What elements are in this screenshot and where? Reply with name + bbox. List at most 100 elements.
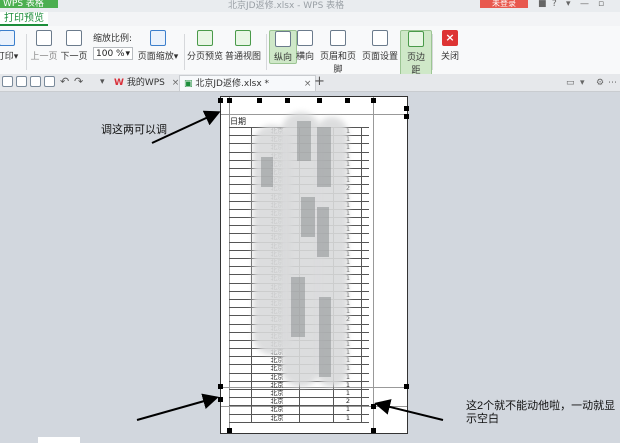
margin-handle[interactable] bbox=[404, 106, 409, 111]
margin-handle[interactable] bbox=[227, 98, 232, 103]
landscape-button[interactable]: 横向 bbox=[294, 30, 316, 62]
login-button[interactable]: 未登录 bbox=[480, 0, 528, 8]
window-mode-icon[interactable]: ▭ bbox=[566, 75, 575, 91]
cell-border bbox=[361, 267, 362, 275]
cell-border bbox=[333, 390, 334, 398]
annotation-top: 调这两可以调 bbox=[101, 124, 167, 136]
help-icon[interactable]: ? bbox=[552, 0, 557, 9]
cell-border bbox=[251, 218, 252, 226]
tab-spreadsheet[interactable]: ▣ 北京JD返修.xlsx * × bbox=[179, 75, 317, 91]
normal-view-icon bbox=[235, 30, 251, 46]
qty-cell: 1 bbox=[345, 405, 351, 414]
header-footer-label: 页眉和页脚 bbox=[319, 52, 356, 75]
cell-border bbox=[361, 373, 362, 381]
margin-handle[interactable] bbox=[218, 98, 223, 103]
close-preview-button[interactable]: × 关闭 bbox=[437, 30, 463, 62]
normal-view-button[interactable]: 普通视图 bbox=[225, 30, 261, 62]
new-tab-icon[interactable]: + bbox=[314, 74, 325, 90]
app-menu-button[interactable]: WPS 表格 bbox=[0, 0, 58, 9]
page-zoom-icon bbox=[150, 30, 166, 46]
restore-icon[interactable]: ▫ bbox=[598, 0, 604, 9]
tab-my-wps[interactable]: W 我的WPS × bbox=[110, 75, 183, 91]
redaction-blur bbox=[301, 197, 315, 237]
margin-handle[interactable] bbox=[371, 404, 376, 409]
redo-icon[interactable]: ↷ bbox=[74, 74, 83, 90]
top-margin-line[interactable] bbox=[221, 114, 407, 115]
cell-border bbox=[251, 332, 252, 340]
page-break-preview-icon bbox=[197, 30, 213, 46]
customize-quick-access-icon[interactable]: ▾ bbox=[100, 74, 105, 90]
qty-cell: 2 bbox=[345, 397, 351, 406]
margin-handle[interactable] bbox=[218, 384, 223, 389]
cell-border bbox=[361, 259, 362, 267]
zoom-label: 缩放比例: bbox=[93, 34, 133, 44]
margin-handle[interactable] bbox=[257, 98, 262, 103]
margin-handle[interactable] bbox=[404, 384, 409, 389]
margin-handle[interactable] bbox=[227, 428, 232, 433]
chevron-down-icon: ▾ bbox=[125, 49, 130, 59]
cell-border bbox=[361, 316, 362, 324]
cell-border bbox=[299, 398, 300, 406]
menu-icon[interactable]: ▾ bbox=[566, 0, 571, 9]
save-icon[interactable] bbox=[16, 76, 27, 87]
zoom-value: 100 % bbox=[96, 49, 125, 59]
print-quick-icon[interactable] bbox=[2, 76, 13, 87]
settings-icon-2[interactable]: ⚙ bbox=[596, 75, 604, 91]
table-row: 北京 1 bbox=[229, 414, 369, 423]
margins-button[interactable]: 页边距 bbox=[400, 30, 432, 77]
margin-handle[interactable] bbox=[404, 114, 409, 119]
cell-border bbox=[361, 283, 362, 291]
cell-border bbox=[251, 128, 252, 136]
cell-border bbox=[251, 226, 252, 234]
tab-print-preview[interactable]: 打印预览 bbox=[0, 12, 48, 26]
portrait-icon bbox=[275, 31, 291, 47]
cell-border bbox=[251, 152, 252, 160]
more-icon[interactable]: ⋯ bbox=[608, 75, 617, 91]
right-margin-line[interactable] bbox=[373, 97, 374, 433]
cell-border bbox=[361, 275, 362, 283]
margin-handle[interactable] bbox=[371, 428, 376, 433]
title-bar: WPS 表格 北京JD返修.xlsx - WPS 表格 未登录 ■ ? ▾ — … bbox=[0, 0, 620, 12]
cell-border bbox=[361, 406, 362, 414]
undo-icon[interactable]: ↶ bbox=[60, 74, 69, 90]
cell-border bbox=[361, 193, 362, 201]
skin-icon[interactable]: ■ bbox=[538, 0, 547, 9]
minimize-icon[interactable]: — bbox=[580, 0, 589, 9]
print-preview-quick-icon[interactable] bbox=[30, 76, 41, 87]
settings-icon[interactable]: ▾ bbox=[580, 75, 585, 91]
page-break-preview-button[interactable]: 分页预览 bbox=[187, 30, 223, 62]
cell-border bbox=[361, 242, 362, 250]
print-button[interactable]: 打印▾ bbox=[0, 30, 22, 62]
cell-border bbox=[361, 250, 362, 258]
prev-page-button[interactable]: 上一页 bbox=[30, 30, 58, 62]
margin-handle[interactable] bbox=[317, 98, 322, 103]
page-setup-button[interactable]: 页面设置 bbox=[362, 30, 398, 62]
cell-border bbox=[361, 152, 362, 160]
cell-border bbox=[251, 308, 252, 316]
cell-border bbox=[251, 283, 252, 291]
zoom-select[interactable]: 100 % ▾ bbox=[93, 47, 133, 60]
cell-border bbox=[361, 357, 362, 365]
margin-handle[interactable] bbox=[345, 98, 350, 103]
cell-border bbox=[361, 349, 362, 357]
cell-border bbox=[361, 365, 362, 373]
cell-border bbox=[251, 267, 252, 275]
portrait-button[interactable]: 纵向 bbox=[269, 30, 297, 64]
margin-handle[interactable] bbox=[371, 98, 376, 103]
export-icon[interactable] bbox=[44, 76, 55, 87]
cell-border bbox=[251, 250, 252, 258]
redaction-blur bbox=[261, 157, 273, 187]
divider bbox=[266, 34, 267, 70]
margin-handle[interactable] bbox=[218, 397, 223, 402]
cell-border bbox=[299, 414, 300, 422]
cell-border bbox=[361, 299, 362, 308]
next-page-button[interactable]: 下一页 bbox=[60, 30, 88, 62]
cell-border bbox=[361, 201, 362, 209]
header-footer-button[interactable]: 页眉和页脚 bbox=[318, 30, 358, 75]
page-zoom-button[interactable]: 页面缩放▾ bbox=[134, 30, 182, 62]
close-tab-icon[interactable]: × bbox=[304, 79, 312, 89]
cell-border bbox=[361, 168, 362, 177]
next-page-icon bbox=[66, 30, 82, 46]
margin-handle[interactable] bbox=[285, 98, 290, 103]
redaction-blur bbox=[291, 277, 305, 337]
